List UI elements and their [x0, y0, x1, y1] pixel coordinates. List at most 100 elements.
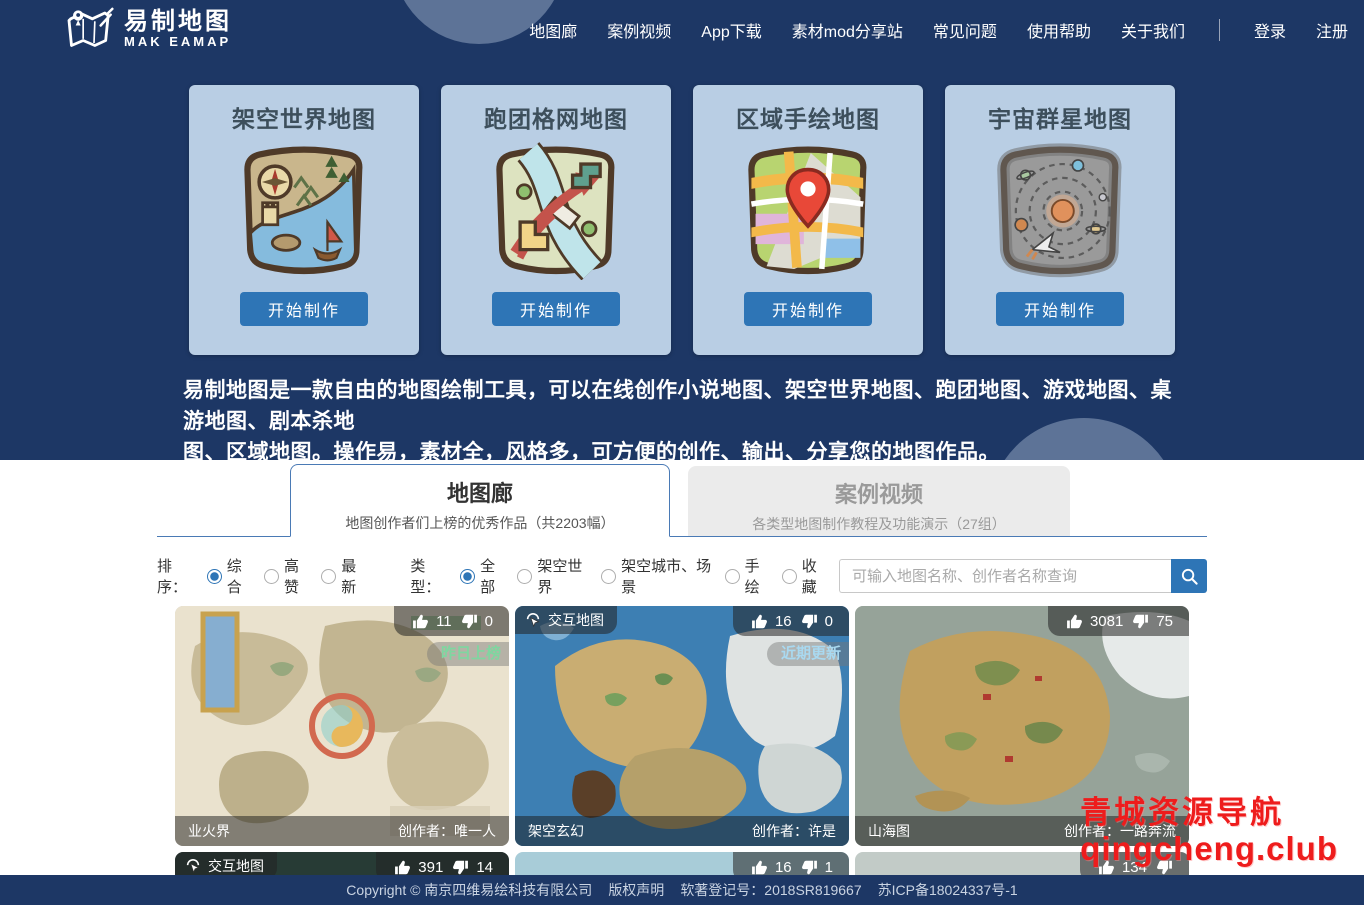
login-button[interactable]: 登录	[1254, 18, 1286, 42]
like-group[interactable]: 3081	[1066, 613, 1123, 630]
nav-item-about[interactable]: 关于我们	[1121, 18, 1185, 42]
nav-divider	[1219, 19, 1220, 41]
dislike-group[interactable]: 0	[801, 613, 833, 630]
like-dislike-bar: 3081 75	[1048, 606, 1189, 636]
dislike-count: 1	[825, 859, 833, 876]
type-option-hand-drawn[interactable]: 手绘	[725, 555, 769, 597]
type-option-all[interactable]: 全部	[460, 555, 504, 597]
register-button[interactable]: 注册	[1316, 18, 1348, 42]
search-box	[839, 559, 1207, 593]
dislike-count: 0	[825, 613, 833, 630]
thumb-down-icon	[461, 613, 478, 630]
footer-registration-number: 软著登记号：2018SR819667	[680, 880, 861, 900]
interactive-map-badge: 交互地图	[515, 606, 617, 634]
search-input[interactable]	[839, 559, 1171, 593]
nav-item-mod-share[interactable]: 素材mod分享站	[792, 18, 903, 42]
start-making-button[interactable]: 开始制作	[492, 292, 620, 326]
footer-icp-number: 苏ICP备18024337号-1	[878, 880, 1018, 900]
map-logo-icon	[64, 7, 114, 54]
watermark: 青城资源导航 qingcheng.club	[1080, 796, 1338, 868]
dislike-group[interactable]: 0	[461, 613, 493, 630]
filter-row: 排序： 综合 高赞 最新 类型： 全部 架空世界 架空城市、场景 手绘 收藏	[157, 555, 1207, 597]
footer: Copyright © 南京四维易绘科技有限公司 版权声明 软著登记号：2018…	[0, 875, 1364, 905]
tab-bar: 地图廊 地图创作者们上榜的优秀作品（共2203幅） 案例视频 各类型地图制作教程…	[157, 464, 1207, 537]
feature-card-grid-rpg: 跑团格网地图 开始	[441, 85, 671, 355]
sort-option-comprehensive[interactable]: 综合	[207, 555, 251, 597]
thumb-down-icon	[801, 859, 818, 876]
feature-card-title: 跑团格网地图	[441, 100, 671, 134]
dislike-count: 14	[476, 859, 493, 876]
hero-description-line1: 易制地图是一款自由的地图绘制工具，可以在线创作小说地图、架空世界地图、跑团地图、…	[183, 375, 1181, 437]
feature-card-title: 架空世界地图	[189, 100, 419, 134]
tap-cursor-icon	[525, 612, 541, 628]
sort-option-newest[interactable]: 最新	[321, 555, 365, 597]
map-card-footer: 业火界 创作者：唯一人	[175, 816, 509, 846]
nav-item-gallery[interactable]: 地图廊	[529, 18, 577, 42]
thumb-down-icon	[1132, 613, 1149, 630]
map-title: 业火界	[188, 821, 230, 841]
start-making-button[interactable]: 开始制作	[744, 292, 872, 326]
dislike-count: 75	[1156, 613, 1173, 630]
brand-logo[interactable]: 易制地图 MAK EAMAP	[64, 7, 232, 54]
tab-map-gallery[interactable]: 地图廊 地图创作者们上榜的优秀作品（共2203幅）	[290, 464, 670, 537]
thumb-up-icon	[394, 859, 411, 876]
feature-card-fantasy-world: 架空世界地图	[189, 85, 419, 355]
nav-item-faq[interactable]: 常见问题	[933, 18, 997, 42]
tab-title: 案例视频	[688, 477, 1070, 509]
dislike-group[interactable]: 14	[452, 859, 493, 876]
feature-card-title: 区域手绘地图	[693, 100, 923, 134]
tap-cursor-icon	[185, 858, 201, 874]
radio-icon	[207, 569, 222, 584]
like-dislike-bar: 16 0	[733, 606, 849, 636]
feature-card-space-stars: 宇宙群星地图	[945, 85, 1175, 355]
sort-option-most-liked[interactable]: 高赞	[264, 555, 308, 597]
nav-item-case-videos[interactable]: 案例视频	[607, 18, 671, 42]
radio-icon	[782, 569, 797, 584]
thumb-down-icon	[801, 613, 818, 630]
map-card-jiakong-xuanhuan[interactable]: 交互地图 16 0 近期更新 架空玄幻 创作者：许是	[515, 606, 849, 846]
radio-icon	[460, 569, 475, 584]
like-group[interactable]: 16	[751, 859, 792, 876]
nav-menu: 地图廊 案例视频 App下载 素材mod分享站 常见问题 使用帮助 关于我们 登…	[529, 18, 1348, 42]
hero-description: 易制地图是一款自由的地图绘制工具，可以在线创作小说地图、架空世界地图、跑团地图、…	[183, 375, 1181, 460]
dislike-group[interactable]: 75	[1132, 613, 1173, 630]
hero-description-line2: 图、区域地图。操作易，素材全，风格多，可方便的创作、输出、分享您的地图作品。	[183, 437, 1181, 460]
like-count: 3081	[1090, 613, 1123, 630]
footer-copyright-statement-link[interactable]: 版权声明	[608, 880, 664, 900]
sort-label: 排序：	[157, 555, 197, 597]
search-button[interactable]	[1171, 559, 1207, 593]
brand-name-zh: 易制地图	[124, 10, 232, 34]
fantasy-world-map-icon	[235, 142, 373, 280]
nav-item-app-download[interactable]: App下载	[701, 18, 761, 42]
type-label: 类型：	[410, 555, 450, 597]
radio-icon	[725, 569, 740, 584]
like-group[interactable]: 16	[751, 613, 792, 630]
like-group[interactable]: 11	[412, 613, 452, 630]
thumb-up-icon	[1066, 613, 1083, 630]
like-count: 16	[775, 859, 792, 876]
footer-copyright: Copyright © 南京四维易绘科技有限公司	[346, 880, 592, 900]
type-option-city-scene[interactable]: 架空城市、场景	[601, 555, 711, 597]
tab-title: 地图廊	[291, 476, 669, 508]
dislike-group[interactable]: 1	[801, 859, 833, 876]
like-count: 11	[436, 613, 452, 630]
thumb-down-icon	[452, 859, 469, 876]
page-root: 易制地图 MAK EAMAP 地图廊 案例视频 App下载 素材mod分享站 常…	[0, 0, 1364, 905]
feature-card-row: 架空世界地图	[0, 85, 1364, 355]
nav-item-help[interactable]: 使用帮助	[1027, 18, 1091, 42]
tab-case-videos[interactable]: 案例视频 各类型地图制作教程及功能演示（27组）	[688, 466, 1070, 536]
radio-icon	[321, 569, 336, 584]
status-badge: 昨日上榜	[427, 642, 509, 666]
watermark-line1: 青城资源导航	[1080, 796, 1338, 831]
top-navigation-bar: 易制地图 MAK EAMAP 地图廊 案例视频 App下载 素材mod分享站 常…	[0, 0, 1364, 60]
type-option-favorites[interactable]: 收藏	[782, 555, 826, 597]
status-badge: 近期更新	[767, 642, 849, 666]
type-option-fantasy-world[interactable]: 架空世界	[517, 555, 588, 597]
map-card-yehuojie[interactable]: 11 0 昨日上榜 业火界 创作者：唯一人	[175, 606, 509, 846]
space-stars-map-icon	[991, 142, 1129, 280]
start-making-button[interactable]: 开始制作	[996, 292, 1124, 326]
feature-card-region-hand-drawn: 区域手绘地图 开始	[693, 85, 923, 355]
like-group[interactable]: 391	[394, 859, 443, 876]
dislike-count: 0	[485, 613, 493, 630]
start-making-button[interactable]: 开始制作	[240, 292, 368, 326]
